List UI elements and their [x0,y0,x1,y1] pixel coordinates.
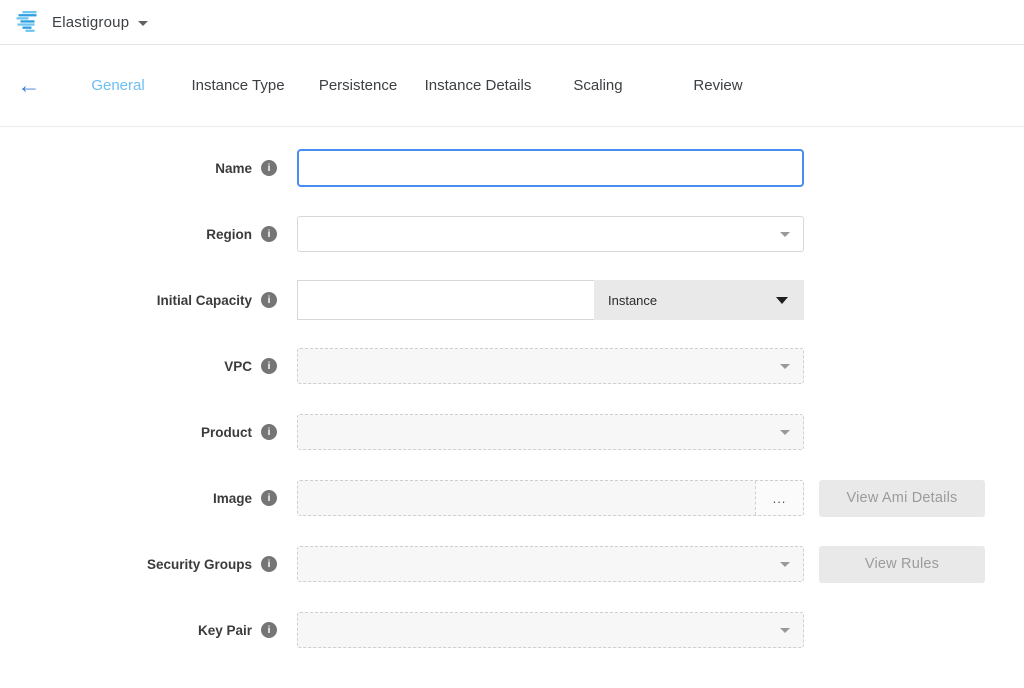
form-row-initial-capacity: Initial Capacity i Instance [0,267,1024,333]
image-label: Image [0,491,252,506]
tab-instance-details[interactable]: Instance Details [418,77,538,94]
caret-down-icon [780,628,790,633]
key-pair-label: Key Pair [0,623,252,638]
caret-down-icon[interactable] [138,21,148,26]
top-bar: Elastigroup [0,0,1024,45]
image-input-disabled: ... [297,480,804,516]
info-icon[interactable]: i [261,424,277,440]
caret-down-icon [780,562,790,567]
app-switcher-label[interactable]: Elastigroup [52,14,129,31]
capacity-unit-value: Instance [608,293,657,308]
info-icon[interactable]: i [261,358,277,374]
general-settings-form: Name i Region i Initial Capacity i Insta… [0,127,1024,663]
form-row-security-groups: Security Groups i View Rules [0,531,1024,597]
region-select[interactable] [297,216,804,252]
form-row-image: Image i ... View Ami Details [0,465,1024,531]
product-select-disabled [297,414,804,450]
form-row-region: Region i [0,201,1024,267]
caret-down-icon [780,430,790,435]
initial-capacity-input[interactable] [297,280,594,320]
view-ami-details-button: View Ami Details [819,480,985,517]
info-icon[interactable]: i [261,160,277,176]
form-row-key-pair: Key Pair i [0,597,1024,663]
capacity-unit-select[interactable]: Instance [594,280,804,320]
form-row-product: Product i [0,399,1024,465]
elastigroup-logo-icon [16,11,41,33]
info-icon[interactable]: i [261,292,277,308]
view-rules-button: View Rules [819,546,985,583]
info-icon[interactable]: i [261,490,277,506]
info-icon[interactable]: i [261,556,277,572]
caret-down-icon [780,232,790,237]
wizard-tab-bar: ← General Instance Type Persistence Inst… [0,45,1024,127]
name-label: Name [0,161,252,176]
product-label: Product [0,425,252,440]
form-row-name: Name i [0,135,1024,201]
info-icon[interactable]: i [261,226,277,242]
security-groups-label: Security Groups [0,557,252,572]
info-icon[interactable]: i [261,622,277,638]
tab-instance-type[interactable]: Instance Type [178,77,298,94]
browse-ami-button[interactable]: ... [755,481,803,515]
security-groups-select-disabled [297,546,804,582]
initial-capacity-label: Initial Capacity [0,293,252,308]
tab-review[interactable]: Review [658,77,778,94]
caret-down-icon [780,364,790,369]
name-input[interactable] [297,149,804,187]
caret-down-icon [776,297,788,304]
vpc-select-disabled [297,348,804,384]
key-pair-select-disabled [297,612,804,648]
tab-scaling[interactable]: Scaling [538,77,658,94]
region-label: Region [0,227,252,242]
vpc-label: VPC [0,359,252,374]
back-arrow-icon[interactable]: ← [0,74,58,97]
tab-persistence[interactable]: Persistence [298,77,418,94]
tab-general[interactable]: General [58,77,178,94]
form-row-vpc: VPC i [0,333,1024,399]
